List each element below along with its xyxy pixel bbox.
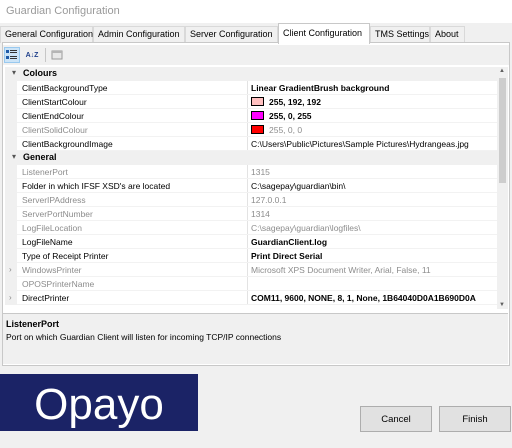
scroll-up-icon[interactable]: ▲	[499, 68, 505, 74]
property-name: Type of Receipt Printer	[22, 251, 109, 261]
property-row[interactable]: › WindowsPrinter Microsoft XPS Document …	[5, 263, 497, 277]
property-name: LogFileName	[22, 237, 73, 247]
property-value[interactable]: Print Direct Serial	[251, 251, 497, 261]
property-value[interactable]: 255, 192, 192	[251, 97, 497, 107]
property-name: ClientBackgroundType	[22, 83, 108, 93]
vertical-scrollbar[interactable]: ▲ ▼	[497, 67, 508, 309]
property-row[interactable]: ClientBackgroundType Linear GradientBrus…	[5, 81, 497, 95]
tab-tms-settings[interactable]: TMS Settings	[370, 26, 430, 43]
color-swatch	[251, 97, 264, 106]
property-value[interactable]: GuardianClient.log	[251, 237, 497, 247]
property-name: Folder in which IFSF XSD's are located	[22, 181, 171, 191]
property-grid: ▾ Colours ClientBackgroundType Linear Gr…	[5, 67, 497, 309]
color-value: 255, 192, 192	[269, 97, 321, 107]
scrollbar-thumb[interactable]	[499, 78, 506, 183]
description-panel: ListenerPort Port on which Guardian Clie…	[3, 313, 508, 364]
collapse-icon[interactable]: ▾	[9, 68, 19, 77]
color-value: 255, 0, 255	[269, 111, 312, 121]
property-name: ServerIPAddress	[22, 195, 86, 205]
property-row[interactable]: ListenerPort 1315	[5, 165, 497, 179]
opayo-logo: Opayo	[0, 374, 198, 431]
property-row[interactable]: ClientSolidColour 255, 0, 0	[5, 123, 497, 137]
property-row[interactable]: LogFileName GuardianClient.log	[5, 235, 497, 249]
property-value[interactable]: 1314	[251, 209, 497, 219]
categorized-icon[interactable]	[4, 47, 20, 63]
property-name: ListenerPort	[22, 167, 68, 177]
property-row[interactable]: ClientBackgroundImage C:\Users\Public\Pi…	[5, 137, 497, 151]
property-value[interactable]: C:\sagepay\guardian\bin\	[251, 181, 497, 191]
property-value[interactable]: Microsoft XPS Document Writer, Arial, Fa…	[251, 265, 497, 275]
property-name: ClientEndColour	[22, 111, 84, 121]
logo-text: Opayo	[34, 380, 164, 429]
property-name: LogFileLocation	[22, 223, 83, 233]
property-name: ClientSolidColour	[22, 125, 88, 135]
property-value[interactable]: C:\Users\Public\Pictures\Sample Pictures…	[251, 139, 497, 149]
property-row[interactable]: ClientStartColour 255, 192, 192	[5, 95, 497, 109]
property-row[interactable]: Folder in which IFSF XSD's are located C…	[5, 179, 497, 193]
property-value[interactable]: 255, 0, 255	[251, 111, 497, 121]
property-row[interactable]: › DirectPrinter COM11, 9600, NONE, 8, 1,…	[5, 291, 497, 305]
description-title: ListenerPort	[6, 319, 60, 329]
category-general[interactable]: ▾ General	[5, 151, 497, 165]
description-text: Port on which Guardian Client will liste…	[6, 332, 282, 342]
expand-icon[interactable]: ›	[9, 265, 12, 274]
property-value[interactable]: 127.0.0.1	[251, 195, 497, 205]
collapse-icon[interactable]: ▾	[9, 152, 19, 161]
property-row[interactable]: OPOSPrinterName	[5, 277, 497, 291]
property-row[interactable]: ClientEndColour 255, 0, 255	[5, 109, 497, 123]
property-value[interactable]: C:\sagepay\guardian\logfiles\	[251, 223, 497, 233]
category-colours[interactable]: ▾ Colours	[5, 67, 497, 81]
property-name: OPOSPrinterName	[22, 279, 95, 289]
property-value[interactable]: COM11, 9600, NONE, 8, 1, None, 1B64040D0…	[251, 293, 497, 303]
title-bar: Guardian Configuration	[0, 0, 512, 23]
tab-about[interactable]: About	[430, 26, 465, 43]
scroll-down-icon[interactable]: ▼	[499, 302, 505, 308]
cancel-button[interactable]: Cancel	[360, 406, 432, 432]
property-name: ClientBackgroundImage	[22, 139, 113, 149]
finish-button[interactable]: Finish	[439, 406, 511, 432]
tab-server-configuration[interactable]: Server Configuration	[185, 26, 278, 43]
property-row[interactable]: ServerPortNumber 1314	[5, 207, 497, 221]
property-value[interactable]: 255, 0, 0	[251, 125, 497, 135]
property-value[interactable]: 1315	[251, 167, 497, 177]
property-row[interactable]: Type of Receipt Printer Print Direct Ser…	[5, 249, 497, 263]
property-row[interactable]: ServerIPAddress 127.0.0.1	[5, 193, 497, 207]
color-swatch	[251, 111, 264, 120]
toolbar-separator	[45, 48, 46, 62]
property-name: ServerPortNumber	[22, 209, 93, 219]
tab-admin-configuration[interactable]: Admin Configuration	[93, 26, 185, 43]
property-grid-toolbar: A↓Z	[3, 45, 509, 65]
property-name: DirectPrinter	[22, 293, 70, 303]
property-row[interactable]: LogFileLocation C:\sagepay\guardian\logf…	[5, 221, 497, 235]
category-label: Colours	[23, 68, 58, 78]
expand-icon[interactable]: ›	[9, 293, 12, 302]
tab-client-configuration[interactable]: Client Configuration	[278, 23, 370, 44]
property-name: WindowsPrinter	[22, 265, 82, 275]
tab-general-configuration[interactable]: General Configuration	[0, 26, 93, 43]
property-pages-icon[interactable]	[49, 47, 65, 63]
property-value[interactable]: Linear GradientBrush background	[251, 83, 497, 93]
color-value: 255, 0, 0	[269, 125, 303, 135]
alphabetical-sort-icon[interactable]: A↓Z	[24, 47, 40, 63]
property-name: ClientStartColour	[22, 97, 87, 107]
category-label: General	[23, 152, 57, 162]
color-swatch	[251, 125, 264, 134]
tab-strip: General Configuration Admin Configuratio…	[0, 23, 512, 44]
window-title: Guardian Configuration	[6, 5, 120, 17]
